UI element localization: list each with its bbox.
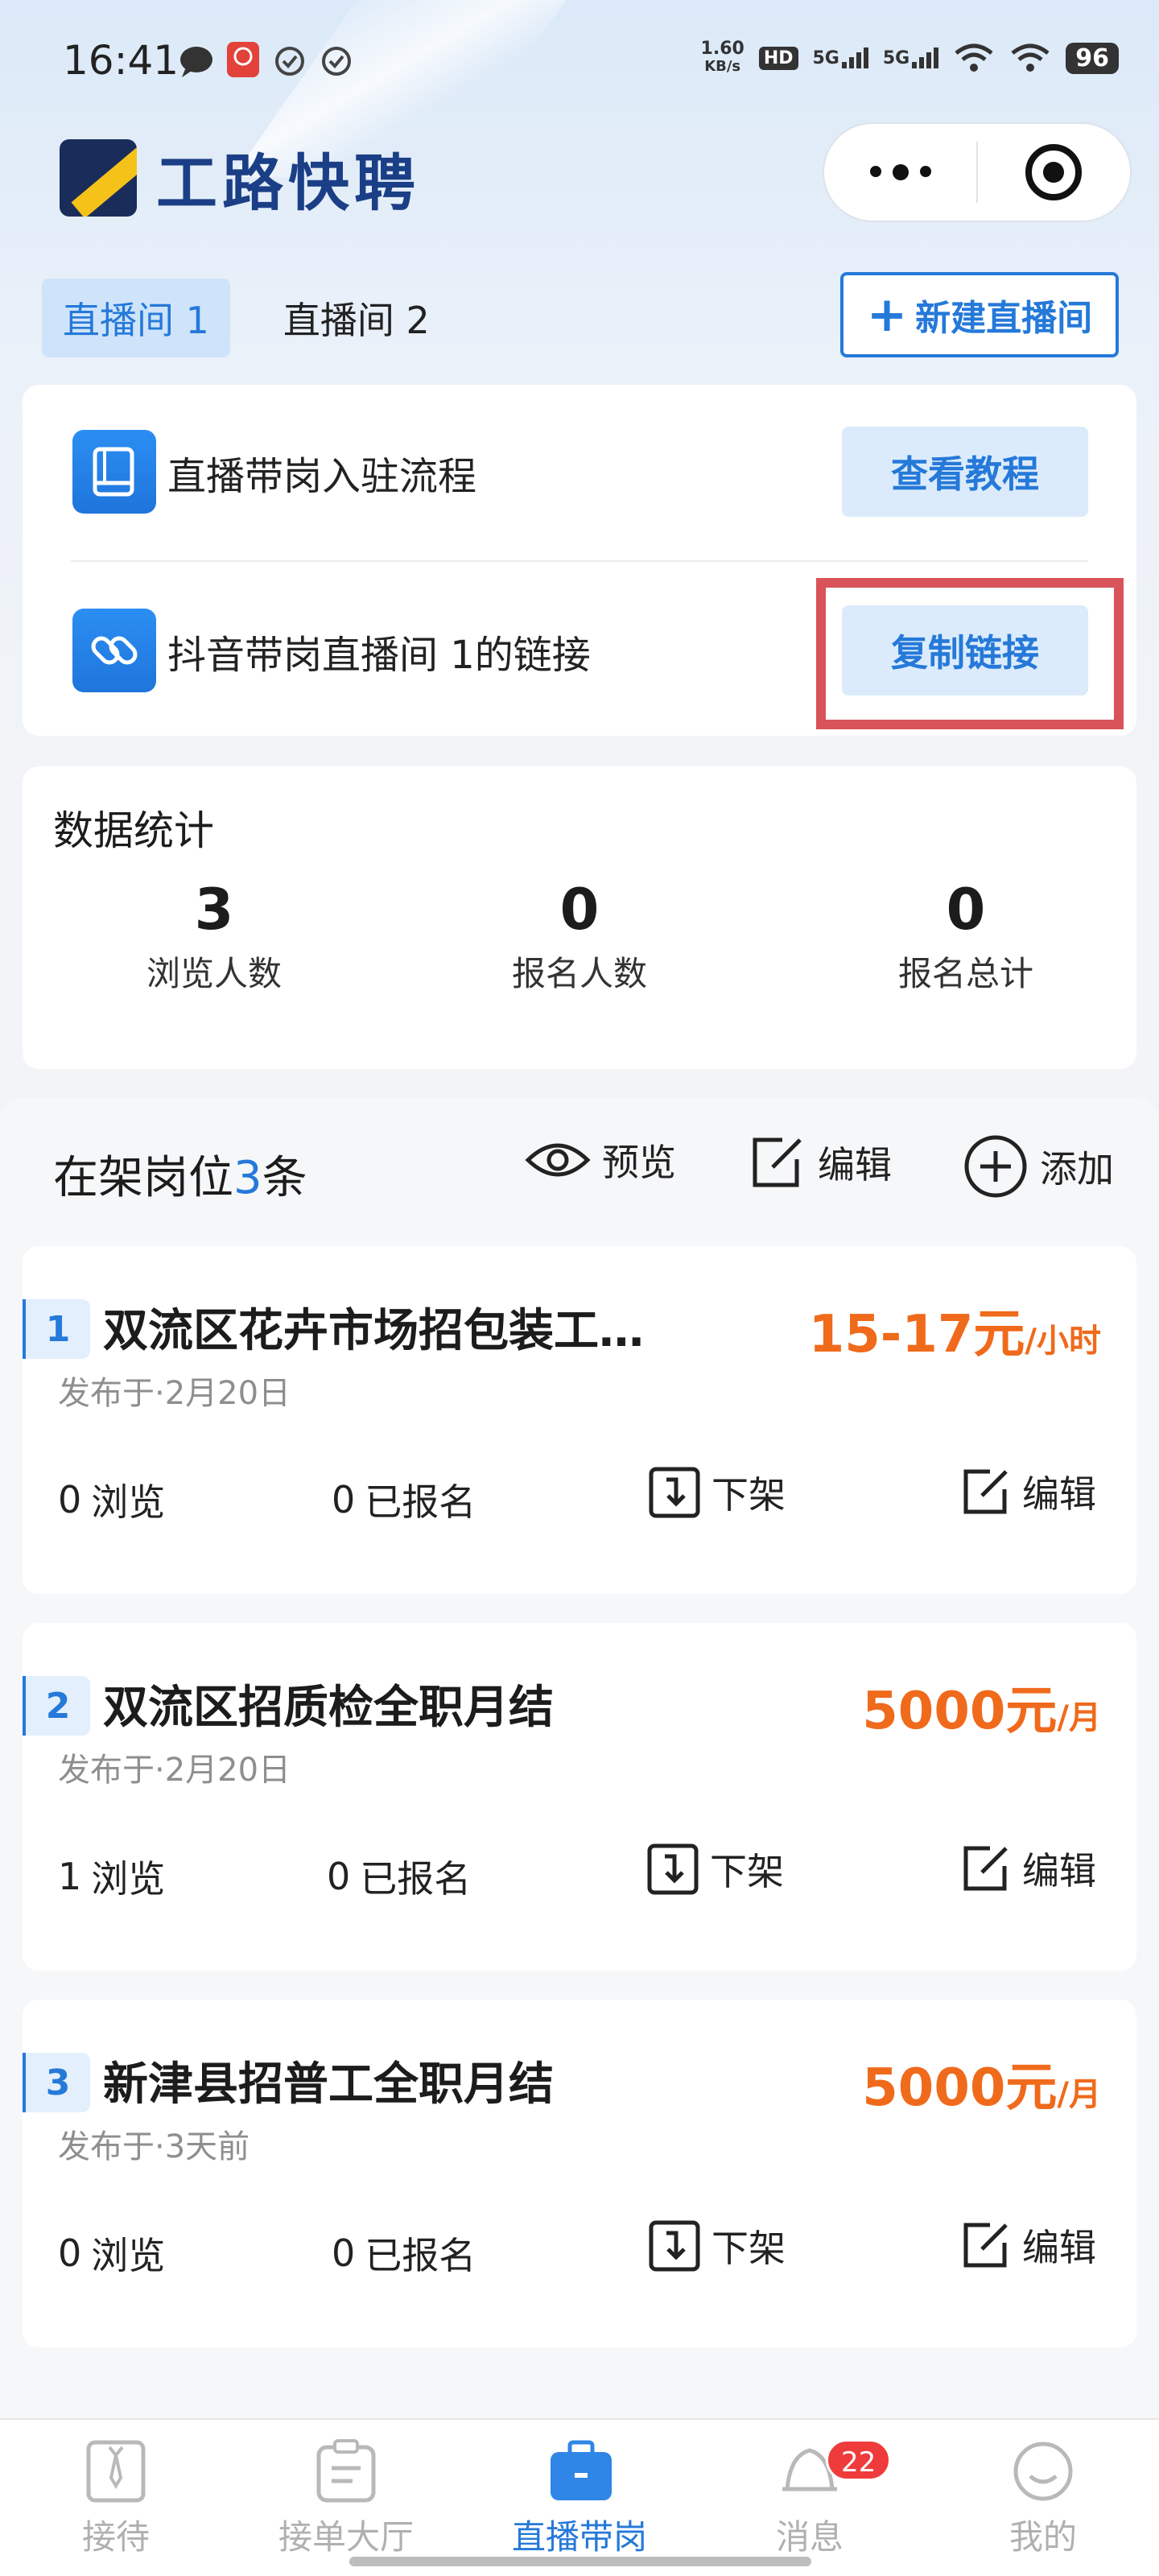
- view-tutorial-button[interactable]: 查看教程: [842, 427, 1088, 517]
- net-speed: 1.60 KB/s: [700, 39, 744, 76]
- plus-icon: +: [866, 287, 908, 343]
- job-date: 发布于·2月20日: [58, 1752, 291, 1789]
- bottom-nav: 接待 接单大厅 直播带岗 22 消息 我的: [0, 2418, 1159, 2576]
- mini-program-capsule: [823, 122, 1132, 222]
- edit-icon: [963, 2223, 1008, 2268]
- takedown-button[interactable]: 下架: [647, 1465, 786, 1520]
- job-number: 3: [23, 2053, 90, 2112]
- divider: [71, 560, 1088, 562]
- edit-icon: [963, 1846, 1008, 1891]
- signal-5g-icon-2: 5G: [883, 47, 939, 68]
- logo-mark-icon: [60, 139, 137, 217]
- stats-title: 数据统计: [53, 807, 214, 854]
- message-badge: 22: [826, 2439, 892, 2481]
- stats-card: 数据统计 3 浏览人数 0 报名人数 0 报名总计: [23, 766, 1136, 1069]
- logo-text: 工路快聘: [156, 147, 420, 219]
- clipboard-icon: [314, 2439, 378, 2504]
- add-job-button[interactable]: 添加: [963, 1133, 1114, 1199]
- job-number: 2: [23, 1676, 90, 1736]
- job-salary: 5000元/月: [862, 1682, 1101, 1741]
- job-date: 发布于·2月20日: [58, 1375, 291, 1412]
- room-tabs: 直播间 1 直播间 2: [42, 279, 451, 357]
- onboarding-flow-label: 直播带岗入驻流程: [167, 454, 477, 499]
- signal-5g-icon: 5G: [813, 47, 868, 68]
- chat-bubble-icon: [180, 47, 212, 77]
- takedown-icon: [647, 1843, 699, 1895]
- takedown-icon: [649, 1467, 700, 1518]
- job-views: 0 浏览: [58, 1478, 166, 1524]
- nav-messages[interactable]: 22 消息: [705, 2439, 914, 2559]
- highlight-box: [816, 578, 1124, 729]
- status-bar: 16:41 1.60 KB/s HD 5G 5G 96: [0, 0, 1159, 121]
- new-room-button[interactable]: + 新建直播间: [840, 272, 1119, 357]
- tab-room-1[interactable]: 直播间 1: [42, 279, 230, 357]
- stat-signups-total: 0 报名总计: [897, 877, 1033, 993]
- wifi-icon-2: [1011, 43, 1050, 72]
- nav-order-hall[interactable]: 接单大厅: [241, 2439, 451, 2559]
- stat-signups: 0 报名人数: [511, 877, 647, 993]
- stat-views: 3 浏览人数: [146, 877, 282, 993]
- job-title: 双流区花卉市场招包装工…: [103, 1305, 644, 1357]
- job-views: 0 浏览: [58, 2231, 166, 2277]
- target-icon: [1025, 144, 1083, 200]
- nav-live-recruit[interactable]: 直播带岗: [475, 2439, 684, 2559]
- job-signups: 0 已报名: [332, 1478, 476, 1524]
- briefcase-icon: [547, 2439, 612, 2504]
- job-card[interactable]: 2 双流区招质检全职月结 5000元/月 发布于·2月20日 1 浏览 0 已报名 …: [23, 1623, 1136, 1971]
- close-miniprogram-button[interactable]: [978, 144, 1130, 200]
- more-dots-icon[interactable]: [824, 164, 976, 180]
- smile-face-icon: [1011, 2439, 1075, 2504]
- takedown-icon: [649, 2220, 700, 2272]
- book-icon: [72, 430, 156, 514]
- edit-jobs-button[interactable]: 编辑: [749, 1133, 892, 1191]
- edit-job-button[interactable]: 编辑: [959, 1465, 1096, 1518]
- app-logo: 工路快聘: [60, 134, 420, 222]
- edit-icon: [753, 1137, 802, 1187]
- edit-job-button[interactable]: 编辑: [959, 2219, 1096, 2272]
- battery-indicator: 96: [1066, 42, 1119, 74]
- nav-mine[interactable]: 我的: [938, 2439, 1148, 2559]
- job-list-title: 在架岗位3条: [53, 1152, 307, 1204]
- home-indicator[interactable]: [349, 2557, 811, 2566]
- job-title: 新津县招普工全职月结: [103, 2058, 554, 2111]
- link-icon: [72, 609, 156, 692]
- job-title: 双流区招质检全职月结: [103, 1682, 554, 1734]
- app-notify-icon: [227, 42, 259, 77]
- job-salary: 5000元/月: [862, 2058, 1101, 2118]
- edit-icon: [963, 1469, 1008, 1514]
- job-salary: 15-17元/小时: [808, 1305, 1101, 1364]
- wifi-icon: [955, 43, 993, 72]
- job-card[interactable]: 3 新津县招普工全职月结 5000元/月 发布于·3天前 0 浏览 0 已报名 下架…: [23, 2000, 1136, 2347]
- tie-badge-icon: [84, 2439, 148, 2504]
- job-number: 1: [23, 1299, 90, 1359]
- edit-job-button[interactable]: 编辑: [959, 1842, 1096, 1895]
- job-views: 1 浏览: [58, 1855, 166, 1901]
- takedown-button[interactable]: 下架: [645, 1842, 784, 1897]
- status-right: 1.60 KB/s HD 5G 5G 96: [701, 40, 1119, 76]
- add-circle-icon: [964, 1135, 1027, 1198]
- job-date: 发布于·3天前: [58, 2128, 250, 2165]
- room-link-label: 抖音带岗直播间 1的链接: [167, 633, 591, 678]
- new-room-label: 新建直播间: [915, 298, 1093, 339]
- eye-icon: [525, 1143, 591, 1177]
- takedown-button[interactable]: 下架: [647, 2219, 786, 2273]
- job-signups: 0 已报名: [327, 1855, 472, 1901]
- hd-icon: HD: [758, 46, 798, 70]
- job-signups: 0 已报名: [332, 2231, 476, 2277]
- check-circle-icon-2: [322, 47, 351, 76]
- check-circle-icon: [275, 47, 304, 76]
- tab-room-2[interactable]: 直播间 2: [262, 279, 451, 357]
- nav-reception[interactable]: 接待: [11, 2439, 221, 2559]
- job-card[interactable]: 1 双流区花卉市场招包装工… 15-17元/小时 发布于·2月20日 0 浏览 0…: [23, 1246, 1136, 1594]
- preview-button[interactable]: 预览: [525, 1133, 676, 1187]
- status-time: 16:41: [63, 37, 179, 84]
